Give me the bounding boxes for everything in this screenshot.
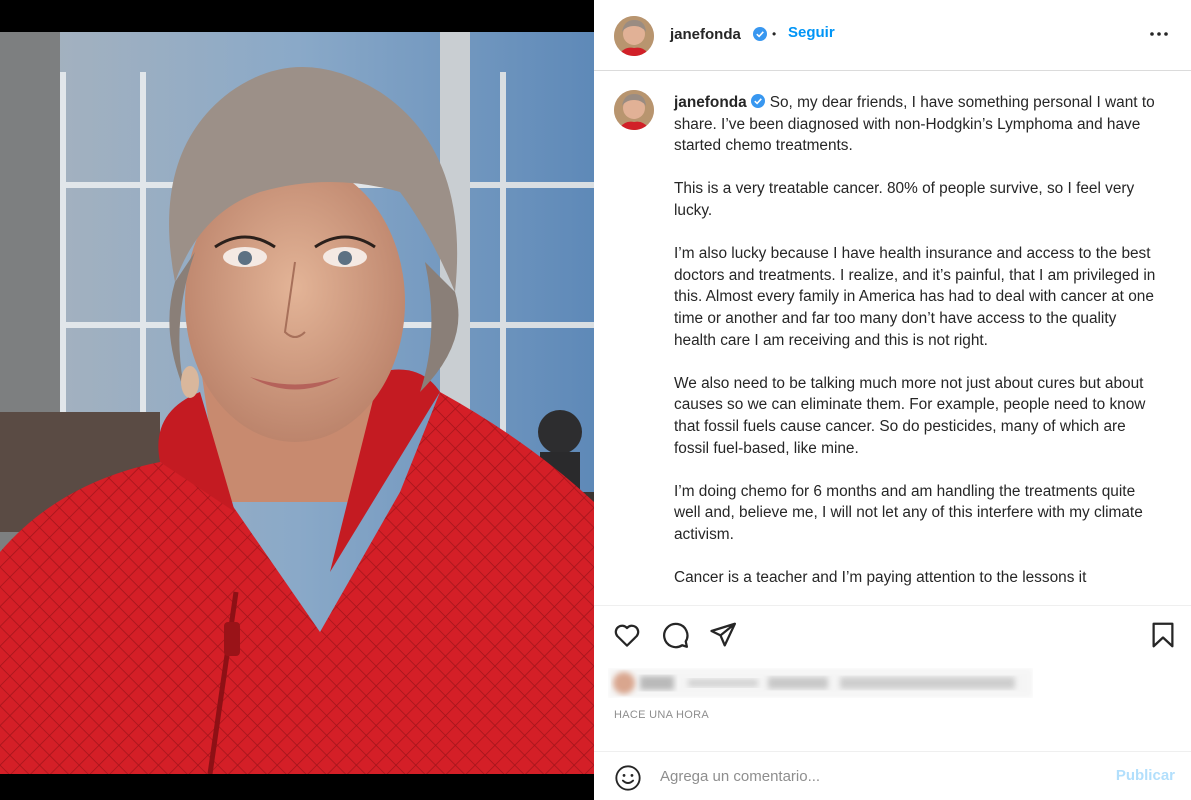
- caption-username[interactable]: janefonda: [674, 94, 747, 111]
- caption-paragraph: This is a very treatable cancer. 80% of …: [674, 180, 1135, 219]
- caption-area[interactable]: janefonda So, my dear friends, I have som…: [594, 72, 1191, 606]
- separator-dot: •: [772, 27, 777, 41]
- caption-paragraph: I’m also lucky because I have health ins…: [674, 245, 1156, 349]
- caption-paragraph: We also need to be talking much more not…: [674, 374, 1146, 457]
- emoji-icon[interactable]: [614, 764, 642, 792]
- bookmark-icon[interactable]: [1148, 620, 1178, 650]
- post-header: janefonda • Seguir: [594, 0, 1191, 71]
- post-photo[interactable]: [0, 32, 594, 774]
- verified-badge-icon: [753, 27, 767, 41]
- publish-button[interactable]: Publicar: [1116, 767, 1175, 784]
- avatar-image: [614, 90, 654, 130]
- more-horizontal-icon[interactable]: [1147, 22, 1171, 46]
- comment-input[interactable]: [660, 764, 1090, 788]
- caption-paragraph: I’m doing chemo for 6 months and am hand…: [674, 482, 1143, 543]
- comment-icon[interactable]: [660, 620, 690, 650]
- comment-bar: Publicar: [594, 751, 1191, 800]
- heart-icon[interactable]: [612, 620, 642, 650]
- post-timestamp[interactable]: HACE UNA HORA: [614, 709, 709, 721]
- likes-summary-blurred: [608, 668, 1033, 698]
- caption-paragraph: Cancer is a teacher and I’m paying atten…: [674, 569, 1087, 587]
- action-bar: [594, 606, 1191, 666]
- caption-paragraph: janefonda So, my dear friends, I have som…: [674, 92, 1159, 157]
- portrait-image: [0, 32, 594, 774]
- author-avatar[interactable]: [614, 16, 654, 56]
- caption-avatar[interactable]: [614, 90, 654, 130]
- instagram-post: janefonda • Seguir janefonda So, my dear…: [0, 0, 1191, 800]
- post-side-panel: janefonda • Seguir janefonda So, my dear…: [594, 0, 1191, 800]
- send-icon[interactable]: [708, 620, 738, 650]
- blurred-likes-image: [608, 668, 1033, 698]
- caption-text: janefonda So, my dear friends, I have som…: [674, 92, 1159, 605]
- post-media: [0, 0, 594, 800]
- author-username[interactable]: janefonda: [670, 26, 741, 43]
- verified-badge-icon: [750, 94, 765, 108]
- avatar-image: [614, 16, 654, 56]
- follow-button[interactable]: Seguir: [788, 24, 835, 41]
